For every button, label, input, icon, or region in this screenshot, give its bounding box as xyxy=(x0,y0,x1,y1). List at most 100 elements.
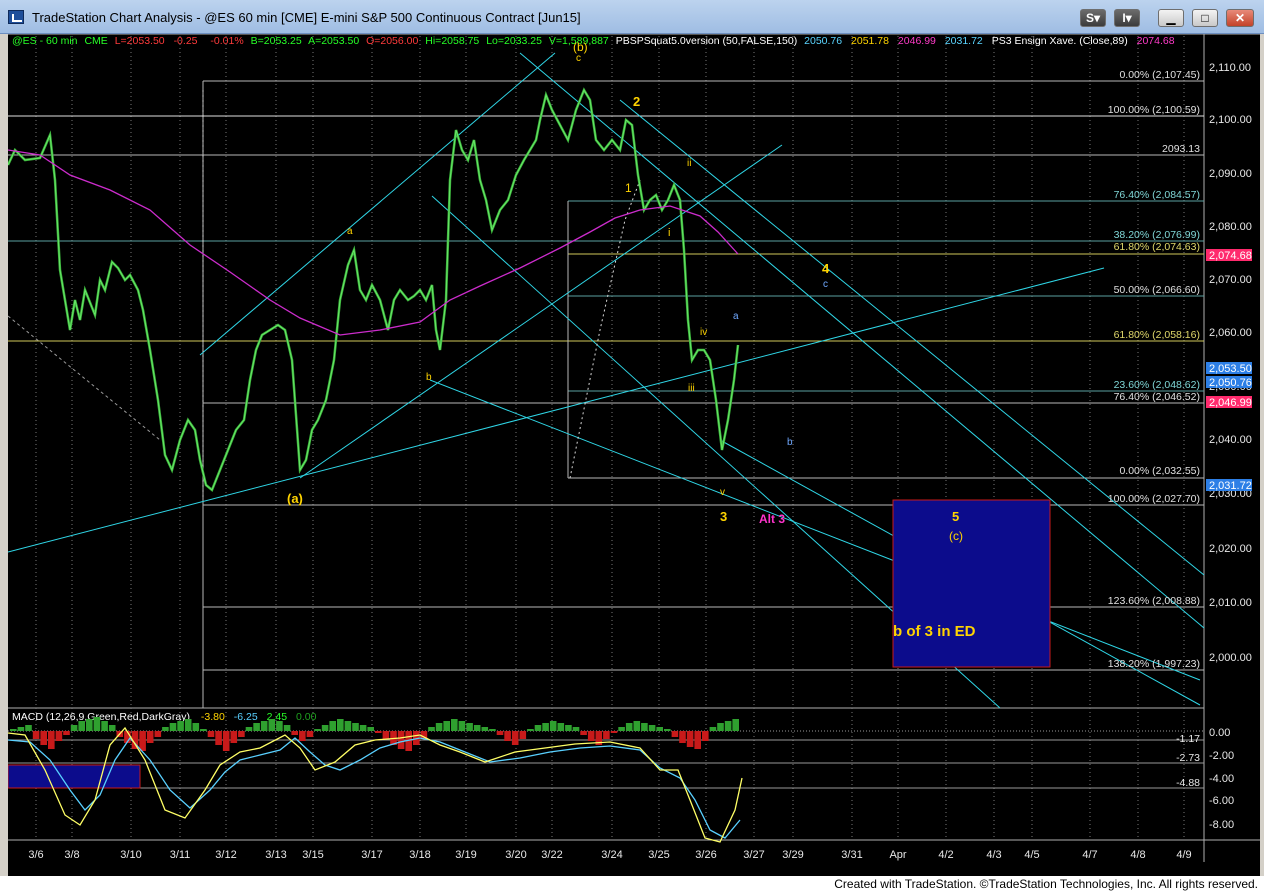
svg-text:c: c xyxy=(576,53,581,64)
svg-text:a: a xyxy=(347,226,353,237)
svg-text:2,074.68: 2,074.68 xyxy=(1209,250,1252,262)
macd-histogram-bar xyxy=(375,731,382,733)
time-axis: 3/6 3/8 3/10 3/11 3/12 3/13 3/15 3/17 3/… xyxy=(28,849,1191,861)
window-title-bar: TradeStation Chart Analysis - @ES 60 min… xyxy=(0,0,1264,34)
window-title: TradeStation Chart Analysis - @ES 60 min… xyxy=(32,10,581,25)
svg-text:3/12: 3/12 xyxy=(215,849,236,861)
macd-histogram-bar xyxy=(299,731,306,741)
chart-app-icon xyxy=(8,10,24,24)
minimize-button[interactable]: ▁ xyxy=(1158,9,1184,27)
styles-menu-button[interactable]: S▾ xyxy=(1080,9,1106,27)
svg-text:3/6: 3/6 xyxy=(28,849,43,861)
pane-frames xyxy=(8,34,1260,862)
svg-text:3/18: 3/18 xyxy=(409,849,430,861)
macd-histogram-bar xyxy=(519,731,527,739)
svg-text:4/2: 4/2 xyxy=(938,849,953,861)
svg-text:2,090.00: 2,090.00 xyxy=(1209,168,1252,180)
price-bar-highlights xyxy=(8,89,739,491)
svg-text:2: 2 xyxy=(633,94,640,109)
macd-histogram-bar xyxy=(382,731,390,739)
svg-text:4: 4 xyxy=(822,261,830,276)
macd-histogram-bar xyxy=(443,721,450,731)
svg-text:a: a xyxy=(733,311,739,322)
macd-histogram-bar xyxy=(230,731,238,743)
macd-histogram-bar xyxy=(633,721,641,731)
svg-text:iii: iii xyxy=(688,383,695,394)
macd-histogram-bar xyxy=(679,731,686,743)
macd-histogram-bar xyxy=(625,723,633,731)
macd-histogram-bar xyxy=(17,727,25,731)
macd-histogram-bar xyxy=(192,723,200,731)
macd-histogram-bar xyxy=(329,721,336,731)
macd-histogram-bar xyxy=(162,727,169,731)
macd-histogram-bar xyxy=(527,729,534,731)
macd-histogram-bar xyxy=(63,731,70,735)
macd-pane: MACD (12,26,9,Green,Red,DarkGray) -3.80 … xyxy=(8,711,1234,843)
macd-histogram-bar xyxy=(489,729,496,731)
svg-text:50.00% (2,066.60): 50.00% (2,066.60) xyxy=(1114,284,1200,296)
insert-menu-button[interactable]: I▾ xyxy=(1114,9,1140,27)
macd-histogram-bar xyxy=(291,731,298,735)
macd-histogram-bar xyxy=(504,731,511,741)
macd-histogram-bar xyxy=(78,721,85,731)
svg-text:3/27: 3/27 xyxy=(743,849,764,861)
macd-histogram-bar xyxy=(473,725,481,731)
macd-histogram-bar xyxy=(222,731,230,751)
svg-text:3/11: 3/11 xyxy=(170,849,191,861)
svg-text:i: i xyxy=(668,227,670,239)
svg-text:38.20% (2,076.99): 38.20% (2,076.99) xyxy=(1114,229,1200,241)
macd-histogram-bar xyxy=(238,731,245,737)
macd-histogram-bar xyxy=(108,725,116,731)
macd-histogram-bar xyxy=(549,721,557,731)
svg-text:4/5: 4/5 xyxy=(1024,849,1039,861)
svg-text:3/17: 3/17 xyxy=(361,849,382,861)
macd-histogram-bar xyxy=(656,727,663,731)
macd-histogram-bar xyxy=(245,727,253,731)
macd-histogram-bar xyxy=(367,727,374,731)
chart-area[interactable]: @ES - 60 min CME L=2053.50 -0.25 -0.01% … xyxy=(8,34,1260,876)
macd-histogram-bar xyxy=(580,731,587,735)
macd-histogram-bar xyxy=(146,731,154,743)
macd-histogram-bar xyxy=(557,723,565,731)
svg-text:76.40% (2,046.52): 76.40% (2,046.52) xyxy=(1114,391,1200,403)
svg-text:2093.13: 2093.13 xyxy=(1162,143,1200,155)
macd-histogram-bar xyxy=(732,719,739,731)
macd-histogram-bar xyxy=(618,727,625,731)
wave-labels: (b) c 2 ii 1 i a b (a) iv iii v 3 4 c a … xyxy=(287,40,963,543)
macd-histogram-bar xyxy=(337,719,344,731)
macd-histogram-bar xyxy=(276,721,283,731)
macd-histogram-bar xyxy=(359,725,367,731)
svg-text:2,050.76: 2,050.76 xyxy=(1209,377,1252,389)
close-button[interactable]: ✕ xyxy=(1226,9,1254,27)
copyright-text: Created with TradeStation. ©TradeStation… xyxy=(834,877,1258,891)
macd-axis: 0.00 -2.00 -4.00 -6.00 -8.00 xyxy=(1209,727,1234,831)
dashed-projection xyxy=(569,179,641,479)
svg-text:2,010.00: 2,010.00 xyxy=(1209,597,1252,609)
svg-text:0.00: 0.00 xyxy=(1209,727,1230,739)
svg-text:2,000.00: 2,000.00 xyxy=(1209,652,1252,664)
macd-histogram-bar xyxy=(10,729,17,731)
macd-histogram-bar xyxy=(709,727,717,731)
svg-text:Apr: Apr xyxy=(889,849,906,861)
macd-histogram-bar xyxy=(572,727,580,731)
svg-text:-6.00: -6.00 xyxy=(1209,795,1234,807)
svg-text:2,046.99: 2,046.99 xyxy=(1209,397,1252,409)
svg-text:2,110.00: 2,110.00 xyxy=(1209,62,1251,74)
macd-histogram-bar xyxy=(466,723,473,731)
macd-histogram-bar xyxy=(451,719,458,731)
macd-histogram-bar xyxy=(458,721,466,731)
svg-text:76.40% (2,084.57): 76.40% (2,084.57) xyxy=(1114,189,1200,201)
macd-histogram-bar xyxy=(511,731,519,745)
svg-text:4/8: 4/8 xyxy=(1130,849,1145,861)
macd-histogram-bar xyxy=(215,731,222,745)
macd-level-labels: -1.17 -2.73 -4.88 xyxy=(1176,733,1200,789)
svg-text:Alt 3: Alt 3 xyxy=(759,512,785,526)
macd-histogram-bar xyxy=(207,731,215,737)
macd-histogram-bar xyxy=(40,731,47,745)
target-box-label: b of 3 in ED xyxy=(893,623,976,640)
maximize-button[interactable]: □ xyxy=(1192,9,1218,27)
macd-histogram-bar xyxy=(48,731,55,749)
svg-text:4/9: 4/9 xyxy=(1176,849,1191,861)
macd-histogram-bar xyxy=(321,725,329,731)
macd-histogram-bar xyxy=(283,725,291,731)
